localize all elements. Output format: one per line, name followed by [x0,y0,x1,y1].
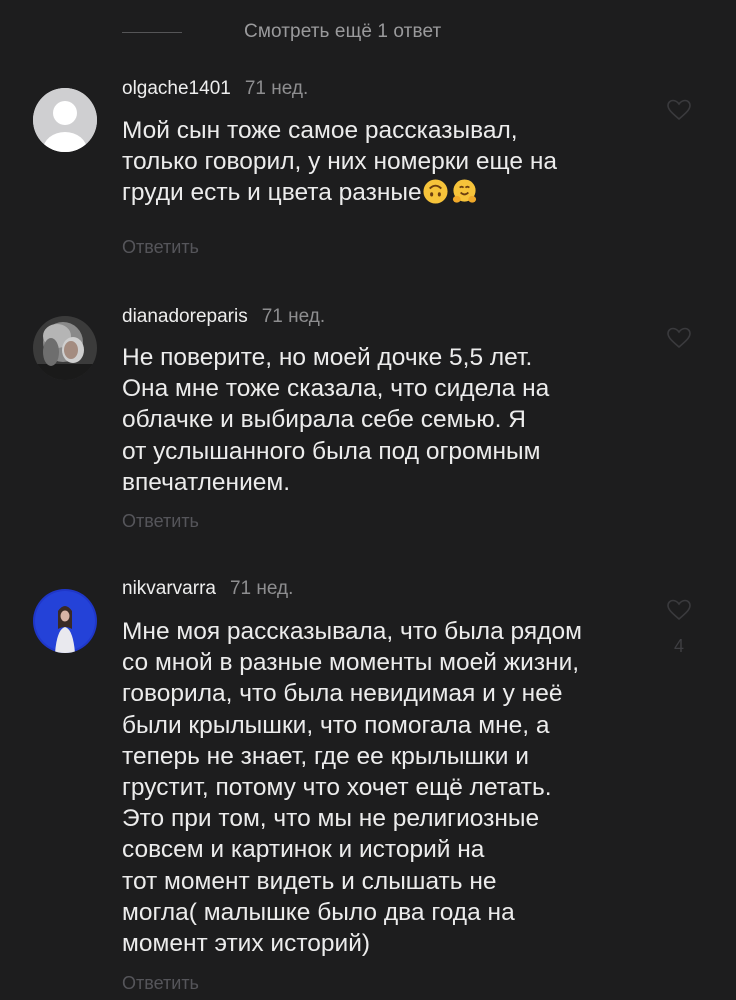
comment-text-line: впечатлением. [122,468,291,496]
comment-text-line: Не поверите, но моей дочке 5,5 лет. [122,344,533,371]
comment-text-line: тот момент видеть и слышать не [122,867,497,895]
comment-text-line: теперь не знает, где ее крылышки и [122,742,529,770]
comment-text-line: момент этих историй) [122,930,371,958]
comment-time: 71 нед. [244,78,309,99]
comment-text-line: Это при том, что мы не религиозные [122,805,540,833]
reply-button[interactable]: Ответить [122,511,199,532]
upside-down-face-icon [423,179,448,204]
like-count: 4 [674,636,685,656]
comment-text-line: могла( малышке было два года на [122,898,515,926]
comment-text-line: Мой сын тоже самое рассказывал, [122,117,518,144]
comment-text: Мой сын тоже самое рассказывал, только г… [122,115,662,209]
avatar[interactable] [33,589,97,653]
comment-text: Мне моя рассказывала, что была рядом со … [122,616,662,959]
hugging-face-icon [452,179,476,203]
comment-text-line: грустит, потому что хочет ещё летать. [122,774,552,802]
like-heart-icon[interactable] [666,598,692,622]
user-photo [33,589,97,653]
comment-text-line: говорила, что была невидимая и у неё [122,680,563,708]
reply-button[interactable]: Ответить [122,973,199,994]
view-more-replies[interactable]: Смотреть ещё 1 ответ [122,18,441,46]
comment-text-segment: груди есть и цвета разные [122,179,422,207]
comment-meta: olgache1401 71 нед. [122,78,308,100]
comments-page: Смотреть ещё 1 ответ olgache1401 71 нед.… [0,0,736,1000]
username[interactable]: dianadoreparis [122,306,248,328]
comment-text: Не поверите, но моей дочке 5,5 лет. Она … [122,342,662,498]
comment-meta: dianadoreparis 71 нед. [122,306,325,328]
like-heart-icon[interactable] [666,98,692,122]
comment-text-line: Мне моя рассказывала, что была рядом [122,618,582,645]
comment-time: 71 нед. [261,306,326,327]
comment-text-line: со мной в разные моменты моей жизни, [122,649,580,677]
comment-text-line: совсем и картинок и историй на [122,836,485,864]
username[interactable]: olgache1401 [122,78,231,100]
like-heart-icon[interactable] [666,326,692,350]
default-avatar-icon [33,88,97,152]
comment-text-line: только говорил, у них номерки еще на [122,148,558,176]
avatar[interactable] [33,316,97,380]
comment-text-line: Она мне тоже сказала, что сидела на [122,375,550,403]
view-more-label[interactable]: Смотреть ещё 1 ответ [244,16,736,47]
comment-text-line: от услышанного была под огромным [122,437,541,465]
divider-line [122,31,182,33]
avatar[interactable] [33,88,97,152]
comment-text-line: облачке и выбирала себе семью. Я [122,406,526,434]
reply-button[interactable]: Ответить [122,237,199,258]
comment-time: 71 нед. [229,578,294,599]
user-photo [33,316,97,380]
comment-text-line: были крылышки, что помогала мне, а [122,711,550,739]
comment-text-line: груди есть и цвета разные [122,177,662,208]
username[interactable]: nikvarvarra [122,578,216,600]
comment-meta: nikvarvarra 71 нед. [122,578,293,600]
